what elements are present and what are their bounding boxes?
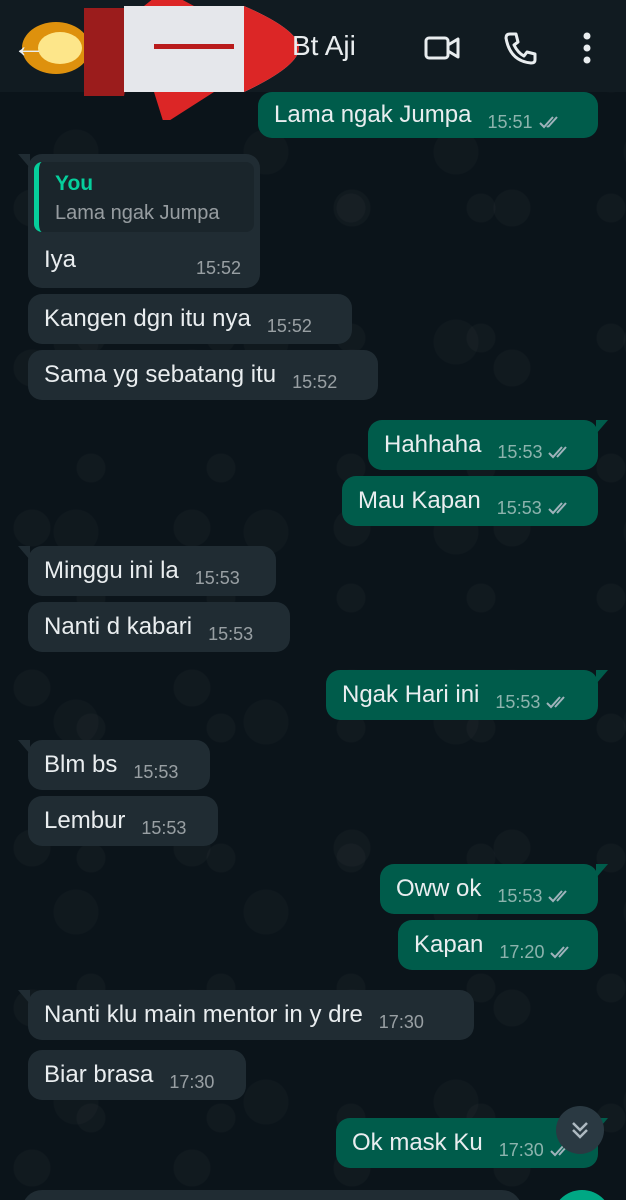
message-time: 15:53: [141, 818, 187, 838]
message-outgoing[interactable]: Lama ngak Jumpa 15:51: [258, 92, 598, 138]
message-text: Mau Kapan: [358, 487, 481, 514]
double-chevron-down-icon: [572, 1122, 588, 1139]
message-text: Hahhaha: [384, 431, 482, 458]
message-time: 15:52: [196, 258, 242, 278]
message-text: Oww ok: [396, 875, 482, 902]
quote-text: Lama ngak Jumpa: [55, 202, 220, 224]
message-incoming[interactable]: Nanti d kabari 15:53: [28, 602, 290, 652]
message-time: 15:53: [208, 624, 254, 644]
message-list: Lama ngak Jumpa 15:51 You Lama ngak Jump…: [0, 0, 626, 1200]
scroll-to-bottom-button[interactable]: [556, 1106, 604, 1154]
message-text: Nanti d kabari: [44, 613, 193, 640]
double-check-icon: [548, 502, 567, 515]
message-text: Nanti klu main mentor in y dre: [44, 1001, 363, 1028]
message-incoming-reply[interactable]: You Lama ngak Jumpa Iya 15:52: [18, 154, 260, 288]
message-time: 15:53: [133, 762, 179, 782]
message-time: 17:30: [169, 1072, 215, 1092]
message-time: 15:51: [487, 112, 533, 132]
message-time: 17:30: [498, 1140, 544, 1160]
message-outgoing[interactable]: Oww ok 15:53: [380, 864, 608, 914]
message-text: Biar brasa: [44, 1061, 154, 1088]
message-text: Lembur: [44, 807, 126, 834]
message-outgoing[interactable]: Kapan 17:20: [398, 920, 598, 970]
message-time: 15:53: [497, 886, 543, 906]
message-outgoing[interactable]: Ngak Hari ini 15:53: [326, 670, 608, 720]
message-time: 15:53: [495, 692, 541, 712]
message-outgoing[interactable]: Hahhaha 15:53: [368, 420, 608, 470]
message-text: Kangen dgn itu nya: [44, 305, 251, 332]
message-text: Ok mask Ku: [352, 1129, 483, 1156]
message-incoming[interactable]: Nanti klu main mentor in y dre 17:30: [18, 990, 474, 1040]
message-incoming[interactable]: Biar brasa 17:30: [28, 1050, 246, 1100]
message-text: Kapan: [414, 931, 484, 958]
message-time: 17:20: [499, 942, 545, 962]
message-text: Ngak Hari ini: [342, 681, 480, 708]
message-text: Sama yg sebatang itu: [44, 361, 277, 388]
message-time: 15:52: [266, 316, 312, 336]
double-check-icon: [546, 696, 566, 709]
message-incoming[interactable]: Minggu ini la 15:53: [18, 546, 276, 596]
message-time: 15:53: [496, 498, 542, 518]
message-incoming[interactable]: Blm bs 15:53: [18, 740, 210, 790]
quote-author: You: [55, 172, 94, 195]
message-outgoing[interactable]: Mau Kapan 15:53: [342, 476, 598, 526]
quoted-message[interactable]: You Lama ngak Jumpa: [34, 162, 254, 232]
message-text: Minggu ini la: [44, 557, 179, 584]
message-incoming[interactable]: Lembur 15:53: [28, 796, 218, 846]
double-check-icon: [550, 946, 570, 959]
message-incoming[interactable]: Kangen dgn itu nya 15:52: [28, 294, 352, 344]
message-time: 15:53: [497, 442, 543, 462]
message-time: 15:52: [292, 372, 338, 392]
message-time: 15:53: [194, 568, 240, 588]
double-check-icon: [548, 446, 568, 459]
double-check-icon: [548, 890, 568, 903]
message-text: Blm bs: [44, 751, 118, 778]
message-incoming[interactable]: Sama yg sebatang itu 15:52: [28, 350, 378, 400]
double-check-icon: [538, 116, 558, 129]
message-text: Iya: [44, 246, 77, 273]
message-text: Lama ngak Jumpa: [274, 101, 472, 128]
message-input[interactable]: [22, 1190, 522, 1200]
message-time: 17:30: [378, 1012, 424, 1032]
